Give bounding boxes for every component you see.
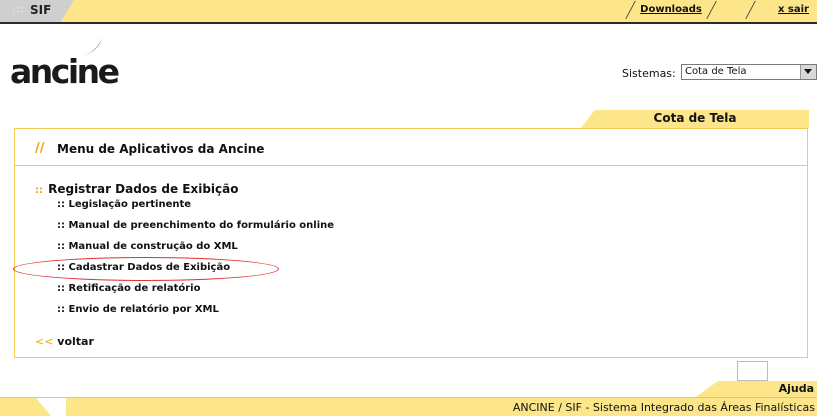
menu-item-prefix: :: [57, 241, 65, 252]
top-bar-divider [0, 22, 817, 24]
blank-box [737, 361, 768, 381]
help-link[interactable]: Ajuda [779, 382, 814, 395]
section-title: Registrar Dados de Exibição [48, 182, 239, 196]
menu-item-label: Legislação pertinente [68, 199, 192, 210]
menu-item-envio-xml[interactable]: :: Envio de relatório por XML [57, 304, 334, 325]
header-slashes-icon: // [35, 141, 45, 156]
back-link[interactable]: << voltar [35, 335, 94, 348]
downloads-link[interactable]: Downloads [630, 1, 712, 19]
footer-text: ANCINE / SIF - Sistema Integrado das Áre… [512, 401, 815, 414]
help-tab[interactable]: Ajuda [696, 381, 817, 397]
back-label: voltar [57, 335, 94, 348]
menu-item-prefix: :: [57, 199, 65, 210]
menu-item-prefix: :: [57, 283, 65, 294]
panel-title: Menu de Aplicativos da Ancine [57, 142, 265, 156]
menu-item-label: Manual de construção do XML [68, 241, 238, 252]
panel-tab: Cota de Tela [581, 110, 809, 128]
section-prefix: :: [35, 185, 43, 196]
menu-item-manual-formulario[interactable]: :: Manual de preenchimento do formulário… [57, 220, 334, 241]
menu-item-prefix: :: [57, 220, 65, 231]
menu-item-prefix: :: [57, 304, 65, 315]
ancine-logo: ancine [10, 52, 120, 91]
section-heading: :: Registrar Dados de Exibição [35, 178, 239, 197]
menu-item-retificacao[interactable]: :: Retificação de relatório [57, 283, 334, 304]
sistemas-label: Sistemas: [622, 67, 676, 80]
sistemas-selected-value: Cota de Tela [685, 66, 747, 77]
logout-link[interactable]: x sair [750, 1, 817, 19]
app-tab-label: SIF [30, 3, 52, 17]
back-arrows-icon: << [35, 335, 54, 348]
menu-item-label: Envio de relatório por XML [68, 304, 219, 315]
sistemas-select[interactable]: Cota de Tela [681, 64, 817, 80]
chevron-down-icon [804, 69, 812, 74]
panel-header: // Menu de Aplicativos da Ancine [15, 129, 807, 166]
downloads-tab[interactable]: Downloads [625, 1, 717, 19]
menu-item-label: Manual de preenchimento do formulário on… [68, 220, 335, 231]
menu-item-legislacao[interactable]: :: Legislação pertinente [57, 199, 334, 220]
logout-tab[interactable]: x sair [745, 1, 817, 19]
highlight-annotation-ellipse [13, 257, 279, 281]
menu-item-label: Retificação de relatório [68, 283, 201, 294]
applications-menu-panel: // Menu de Aplicativos da Ancine :: Regi… [14, 128, 808, 358]
select-dropdown-button[interactable] [800, 65, 816, 79]
panel-tab-label: Cota de Tela [653, 111, 737, 125]
footer-dots: ::: [66, 401, 76, 411]
app-tab-dots: ::: [12, 5, 25, 15]
